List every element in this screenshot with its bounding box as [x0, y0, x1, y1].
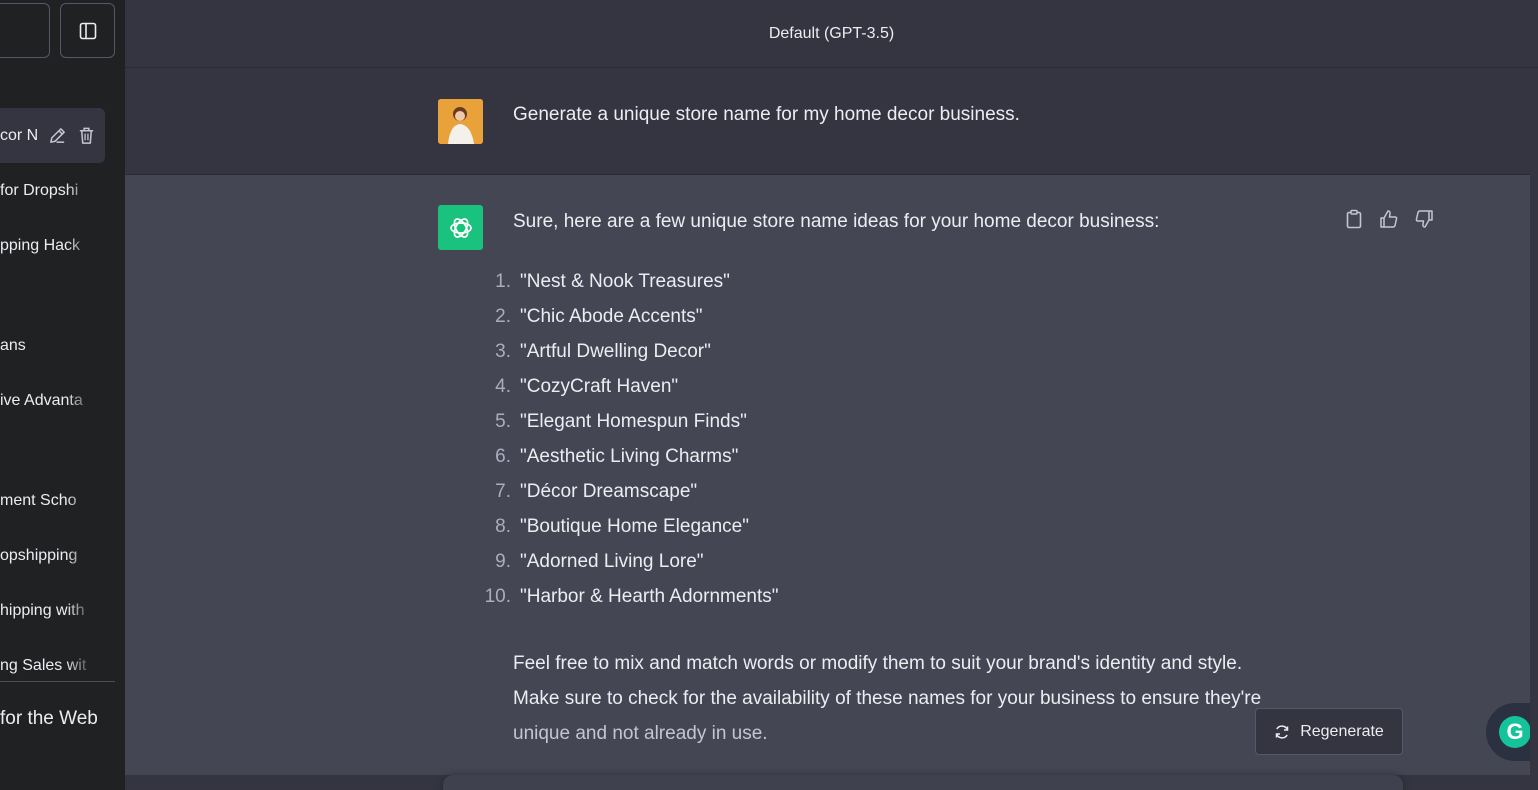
- store-name-list: 1. "Nest & Nook Treasures" 2. "Chic Abode …: [475, 271, 779, 621]
- refresh-icon: [1275, 724, 1289, 739]
- sidebar-divider: [0, 681, 115, 682]
- grammarly-icon: G: [1499, 716, 1531, 748]
- chat-header: Default (GPT-3.5): [125, 0, 1538, 68]
- assistant-intro-text: Sure, here are a few unique store name i…: [513, 211, 1160, 232]
- sidebar-item-chat[interactable]: hipping with: [0, 583, 105, 638]
- list-item: 6. "Aesthetic Living Charms": [495, 446, 739, 467]
- sidebar-bottom-link[interactable]: for the Web: [0, 708, 98, 730]
- assistant-message-row: Sure, here are a few unique store name i…: [125, 175, 1538, 775]
- message-actions: [1343, 208, 1434, 229]
- list-item: 4. "CozyCraft Haven": [495, 376, 679, 397]
- list-item: 8. "Boutique Home Elegance": [495, 516, 749, 537]
- user-avatar: [438, 99, 483, 144]
- sidebar-item-label: opshipping: [0, 546, 78, 564]
- sidebar-item-chat[interactable]: ans: [0, 318, 105, 373]
- sidebar-item-chat[interactable]: for Dropshi: [0, 163, 105, 218]
- thumbs-up-icon[interactable]: [1378, 208, 1399, 229]
- sidebar-item-label: hipping with: [0, 601, 85, 619]
- assistant-outro-text: Feel free to mix and match words or modi…: [513, 653, 1262, 744]
- scrollbar[interactable]: [1530, 68, 1538, 775]
- edit-icon[interactable]: [48, 126, 67, 145]
- sidebar-item-chat[interactable]: ng Sales wit: [0, 638, 105, 693]
- openai-logo-icon: [438, 205, 483, 250]
- sidebar-item-label: ans: [0, 336, 26, 354]
- list-item: 7. "Décor Dreamscape": [495, 481, 698, 502]
- user-message-row: Generate a unique store name for my home…: [125, 68, 1538, 175]
- sidebar-item-active-chat[interactable]: cor N: [0, 108, 105, 163]
- regenerate-button[interactable]: Regenerate: [1255, 708, 1403, 755]
- sidebar-item-label: ng Sales wit: [0, 656, 87, 674]
- model-title[interactable]: Default (GPT-3.5): [769, 25, 894, 43]
- list-item: 1. "Nest & Nook Treasures": [495, 271, 730, 292]
- sidebar-item-label: ment Scho: [0, 491, 77, 509]
- message-input[interactable]: [443, 775, 1403, 790]
- sidebar-item-chat[interactable]: pping Hack: [0, 218, 105, 273]
- sidebar-item-chat[interactable]: opshipping: [0, 528, 105, 583]
- list-item: 2. "Chic Abode Accents": [495, 306, 703, 327]
- new-chat-button[interactable]: [0, 3, 50, 58]
- sidebar: cor N for Dropshi pping Hack ans ive Adv…: [0, 0, 125, 790]
- list-item: 5. "Elegant Homespun Finds": [495, 411, 747, 432]
- list-item: 9. "Adorned Living Lore": [495, 551, 704, 572]
- list-item: 10. "Harbor & Hearth Adornments": [484, 586, 779, 607]
- trash-icon[interactable]: [77, 126, 96, 145]
- sidebar-item-label: for Dropshi: [0, 181, 79, 199]
- sidebar-item-label: ive Advanta: [0, 391, 83, 409]
- thumbs-down-icon[interactable]: [1413, 208, 1434, 229]
- sidebar-item-label: pping Hack: [0, 236, 81, 254]
- user-message-text: Generate a unique store name for my home…: [513, 104, 1020, 125]
- sidebar-item-chat[interactable]: ment Scho: [0, 473, 105, 528]
- sidebar-toggle-icon: [79, 22, 96, 39]
- sidebar-toggle-button[interactable]: [60, 3, 115, 58]
- copy-icon[interactable]: [1343, 208, 1364, 229]
- list-item: 3. "Artful Dwelling Decor": [495, 341, 711, 362]
- sidebar-item-label: cor N: [0, 126, 39, 144]
- regenerate-label: Regenerate: [1300, 722, 1384, 740]
- sidebar-item-chat[interactable]: ive Advanta: [0, 373, 105, 428]
